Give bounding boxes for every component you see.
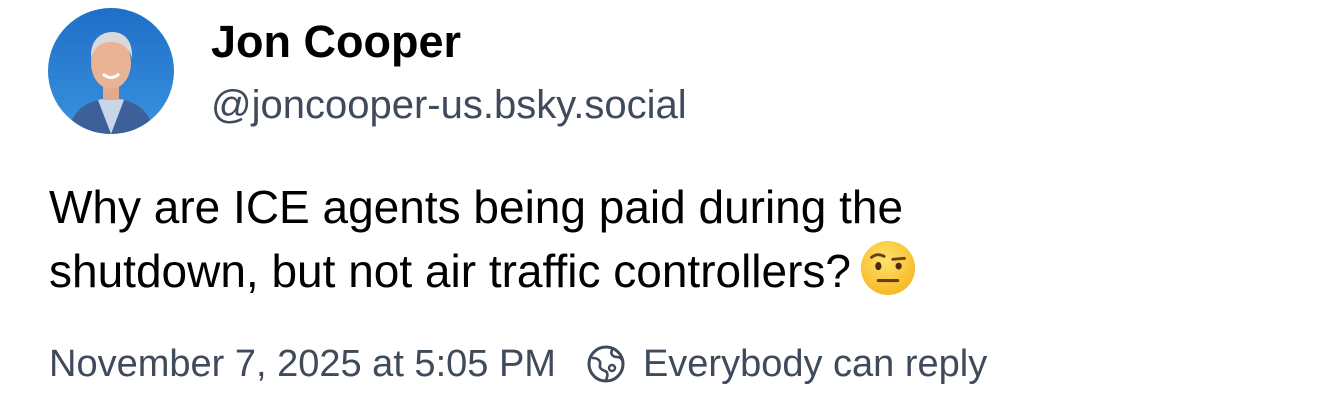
post-timestamp[interactable]: November 7, 2025 at 5:05 PM [49,343,556,386]
post-text-line: Why are ICE agents being paid during the [49,181,904,233]
post-text-line-content: shutdown, but not air traffic controller… [49,245,852,297]
author-handle[interactable]: @joncooper-us.bsky.social [211,77,687,133]
post-card: Jon Cooper @joncooper-us.bsky.social Why… [0,0,1320,408]
post-meta: November 7, 2025 at 5:05 PM Everybody ca… [49,337,987,391]
author-name[interactable]: Jon Cooper [211,14,461,70]
globe-icon [587,345,625,383]
post-text: Why are ICE agents being paid during the… [49,176,1269,303]
reply-setting-label: Everybody can reply [642,342,988,385]
author-avatar[interactable] [48,8,174,134]
post-text-line: shutdown, but not air traffic controller… [49,239,1269,303]
reply-setting[interactable]: Everybody can reply [586,343,987,386]
raised-eyebrow-emoji-icon [860,240,916,296]
avatar-photo-icon [48,8,174,134]
